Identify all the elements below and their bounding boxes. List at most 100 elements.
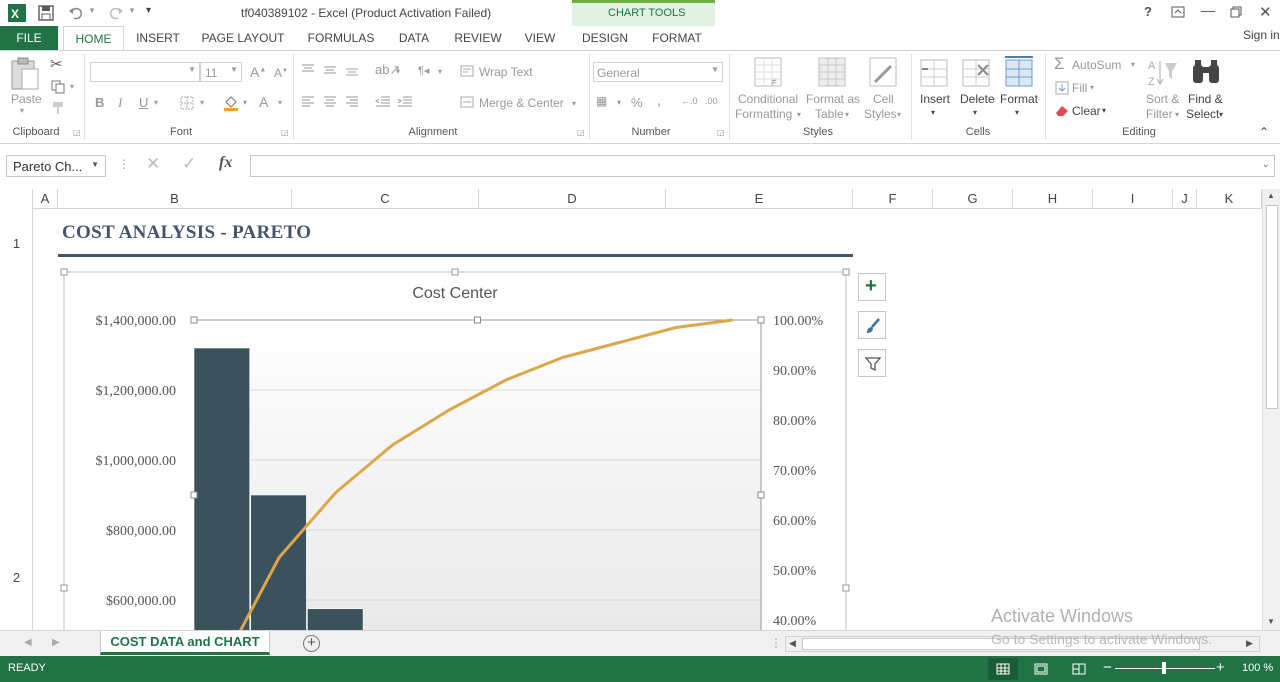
column-header-g[interactable]: G (933, 189, 1013, 209)
tab-design[interactable]: DESIGN (580, 26, 630, 50)
format-as-table-label-2[interactable]: Table (815, 107, 844, 121)
decrease-font-icon[interactable]: A▼ (274, 66, 288, 80)
column-header-h[interactable]: H (1013, 189, 1093, 209)
font-color-dropdown-icon[interactable]: ▾ (278, 98, 282, 107)
percent-style-button[interactable]: % (631, 95, 643, 110)
save-icon[interactable] (38, 5, 54, 21)
tab-home[interactable]: HOME (63, 26, 124, 51)
tab-split-grip-icon[interactable]: ⋮ (770, 636, 782, 650)
underline-dropdown-icon[interactable]: ▾ (154, 98, 158, 107)
ribbon-display-options-icon[interactable] (1171, 6, 1185, 18)
cell-styles-label[interactable]: Cell (873, 92, 894, 106)
tab-data[interactable]: DATA (392, 26, 436, 50)
fill-color-dropdown-icon[interactable]: ▾ (243, 98, 247, 107)
cell-styles-label-2[interactable]: Styles (864, 107, 897, 121)
cut-icon[interactable]: ✂ (50, 55, 63, 73)
chart-title[interactable]: Cost Center (412, 285, 498, 302)
merge-center-button[interactable]: Merge & Center (479, 96, 564, 110)
scroll-up-icon[interactable]: ▲ (1267, 191, 1275, 200)
plot-resize-handle[interactable] (757, 316, 765, 324)
tab-review[interactable]: REVIEW (452, 26, 504, 50)
next-sheet-icon[interactable]: ▶ (52, 637, 60, 648)
expand-formula-icon[interactable]: ⌄ (1262, 159, 1270, 170)
align-left-icon[interactable] (301, 96, 315, 108)
clear-button[interactable]: Clear (1072, 104, 1101, 118)
wrap-text-icon[interactable] (460, 65, 474, 77)
wrap-text-button[interactable]: Wrap Text (479, 65, 533, 79)
chart-resize-handle[interactable] (451, 268, 459, 276)
rtl-dropdown-icon[interactable]: ▾ (438, 67, 442, 76)
pareto-bar[interactable] (193, 347, 251, 630)
autosum-dropdown-icon[interactable]: ▾ (1131, 60, 1135, 69)
number-launcher-icon[interactable]: ◲ (717, 128, 725, 137)
decrease-indent-icon[interactable] (375, 96, 391, 108)
number-format-dropdown[interactable]: General ▼ (593, 62, 723, 82)
row-header-1[interactable]: 1 (0, 236, 33, 251)
new-sheet-button[interactable]: + (303, 635, 320, 652)
tab-formulas[interactable]: FORMULAS (304, 26, 378, 50)
paste-button[interactable]: Paste (11, 92, 42, 106)
chart-filters-button[interactable] (858, 349, 886, 377)
zoom-in-icon[interactable]: + (1216, 659, 1225, 676)
vertical-scrollbar[interactable]: ▲ ▼ (1262, 189, 1280, 630)
comma-style-button[interactable]: , (657, 92, 661, 108)
format-cells-icon[interactable] (1004, 55, 1034, 89)
format-as-table-label[interactable]: Format as (806, 92, 860, 106)
underline-button[interactable]: U (139, 95, 148, 110)
fill-color-icon[interactable] (222, 94, 240, 112)
chart-elements-button[interactable]: + (858, 273, 886, 301)
clipboard-launcher-icon[interactable]: ◲ (73, 128, 81, 137)
zoom-out-icon[interactable]: − (1103, 659, 1112, 676)
merge-dropdown-icon[interactable]: ▾ (572, 99, 576, 108)
sheet-heading[interactable]: COST ANALYSIS - PARETO (62, 222, 311, 244)
clear-dropdown-icon[interactable]: ▾ (1102, 106, 1106, 115)
scroll-right-icon[interactable]: ▶ (1246, 638, 1253, 649)
format-cells-button[interactable]: Format (1000, 92, 1038, 106)
sort-dropdown-icon[interactable]: ▾ (1175, 110, 1179, 119)
row-header-2[interactable]: 2 (0, 570, 33, 585)
rtl-icon[interactable]: ¶◂ (418, 64, 429, 77)
close-icon[interactable]: ✕ (1259, 3, 1272, 21)
paste-icon[interactable] (10, 57, 40, 91)
select-all-corner[interactable] (0, 189, 33, 209)
scroll-thumb[interactable] (1266, 205, 1278, 409)
sign-in-link[interactable]: Sign in (1243, 28, 1280, 42)
autosum-button[interactable]: AutoSum (1072, 58, 1121, 72)
fill-down-icon[interactable] (1055, 81, 1069, 95)
tab-file[interactable]: FILE (0, 26, 58, 50)
plot-resize-handle[interactable] (190, 491, 198, 499)
tab-view[interactable]: VIEW (518, 26, 562, 50)
customize-qat-icon[interactable]: ▾ (146, 5, 151, 16)
column-header-a[interactable]: A (33, 189, 58, 209)
tab-insert[interactable]: INSERT (132, 26, 184, 50)
accounting-format-icon[interactable]: ▦ (596, 94, 607, 108)
pareto-chart[interactable]: $1,400,000.00 $1,200,000.00 $1,000,000.00 $… (58, 266, 858, 630)
conditional-formatting-label-2[interactable]: Formatting (735, 107, 792, 121)
sheet-tab-cost-data[interactable]: COST DATA and CHART (100, 631, 270, 655)
paste-dropdown-icon[interactable]: ▾ (20, 106, 24, 115)
top-align-icon[interactable] (301, 64, 315, 76)
conditional-formatting-icon[interactable]: ≠ (754, 57, 784, 89)
conditional-dropdown-icon[interactable]: ▾ (797, 110, 801, 119)
redo-icon[interactable] (108, 5, 124, 21)
chart-resize-handle[interactable] (60, 268, 68, 276)
insert-cells-button[interactable]: Insert (920, 92, 950, 106)
chart-resize-handle[interactable] (842, 584, 850, 592)
format-table-dropdown-icon[interactable]: ▾ (845, 110, 849, 119)
page-layout-view-icon[interactable] (1034, 663, 1048, 675)
autosum-icon[interactable]: Σ (1054, 54, 1065, 74)
column-header-d[interactable]: D (479, 189, 666, 209)
format-painter-icon[interactable] (51, 101, 65, 115)
pareto-bar[interactable] (250, 494, 307, 630)
minimize-icon[interactable]: — (1201, 2, 1215, 18)
restore-icon[interactable] (1230, 6, 1242, 18)
binoculars-icon[interactable] (1191, 57, 1221, 89)
zoom-level[interactable]: 100 % (1242, 662, 1273, 674)
align-right-icon[interactable] (345, 96, 359, 108)
scroll-left-icon[interactable]: ◀ (789, 638, 796, 649)
delete-cells-button[interactable]: Delete (960, 92, 995, 106)
collapse-ribbon-icon[interactable]: ⌃ (1259, 125, 1269, 139)
column-header-f[interactable]: F (853, 189, 933, 209)
fill-button[interactable]: Fill (1072, 81, 1087, 95)
chart-styles-button[interactable] (858, 311, 886, 339)
